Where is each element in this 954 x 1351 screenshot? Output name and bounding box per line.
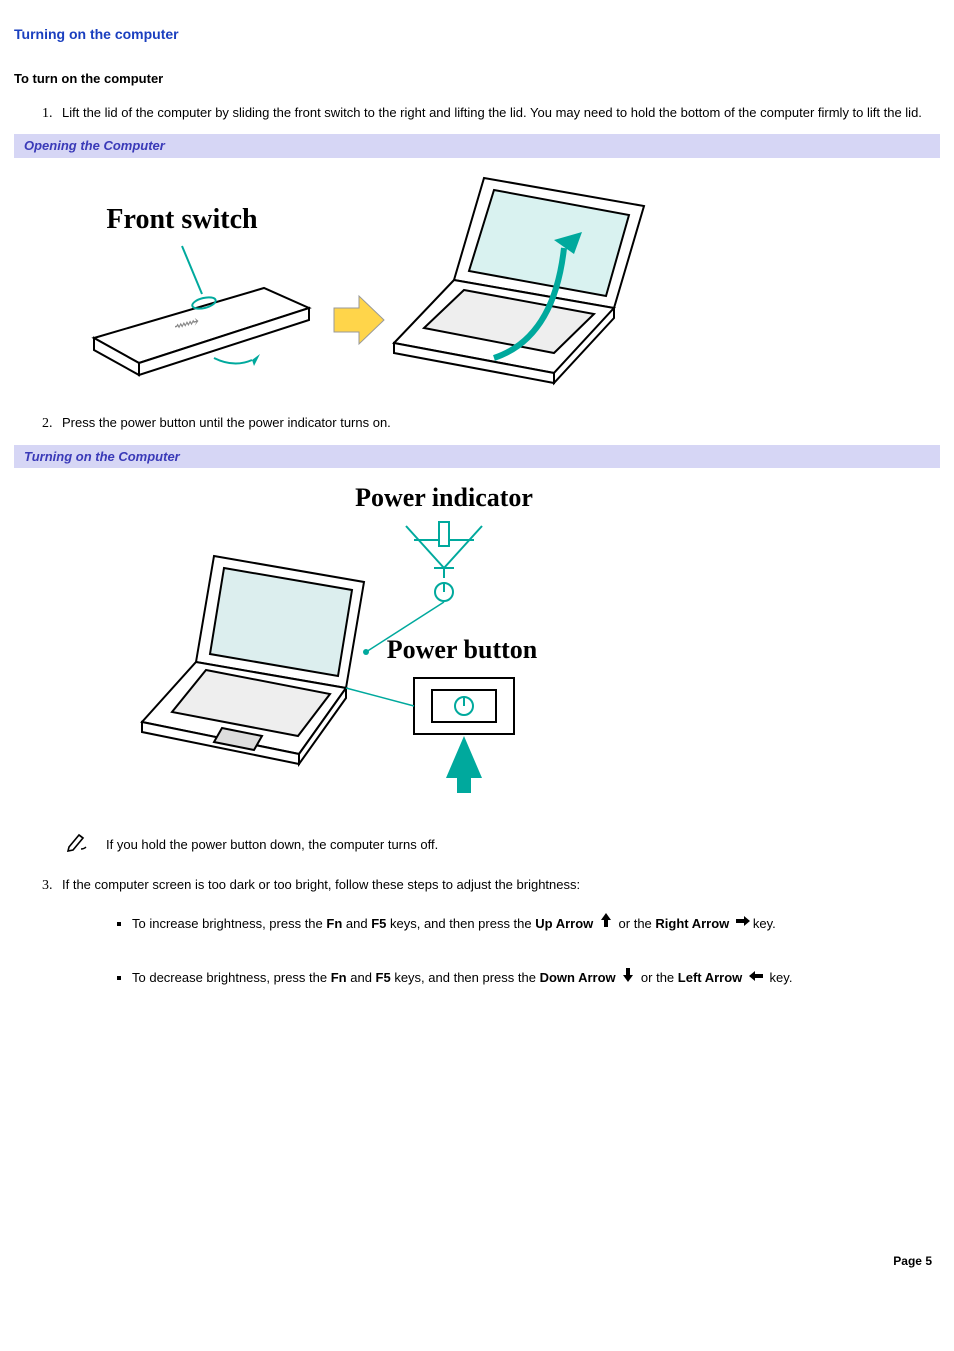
down-arrow-icon <box>621 971 635 986</box>
brightness-bullets: To increase brightness, press the Fn and… <box>62 911 940 992</box>
label-front-switch: Front switch <box>106 204 258 235</box>
section-subhead: To turn on the computer <box>14 69 940 89</box>
bullet-decrease: To decrease brightness, press the Fn and… <box>132 965 940 992</box>
svg-text:Power button: Power button <box>387 635 538 664</box>
steps-list: Lift the lid of the computer by sliding … <box>14 103 940 123</box>
step-3-text: If the computer screen is too dark or to… <box>62 877 580 892</box>
steps-list-cont: Press the power button until the power i… <box>14 413 940 433</box>
step-3: If the computer screen is too dark or to… <box>56 875 940 992</box>
left-arrow-icon <box>748 971 764 986</box>
caption-opening-computer: Opening the Computer <box>14 134 940 158</box>
steps-list-3: If the computer screen is too dark or to… <box>14 875 940 992</box>
up-arrow-icon <box>599 916 613 931</box>
page-footer: Page 5 <box>14 1252 940 1270</box>
svg-text:Power indicator: Power indicator <box>355 483 533 512</box>
caption-turning-on: Turning on the Computer <box>14 445 940 469</box>
figure-opening-computer: Front switch ⟿ <box>14 162 940 414</box>
page-title: Turning on the computer <box>14 24 940 45</box>
right-arrow-icon <box>735 916 751 931</box>
figure-turning-on: Power indicator Power button <box>14 472 940 814</box>
bullet-increase: To increase brightness, press the Fn and… <box>132 911 940 938</box>
note-icon <box>66 832 88 858</box>
step-2: Press the power button until the power i… <box>56 413 940 433</box>
note-row: If you hold the power button down, the c… <box>66 832 940 858</box>
note-text: If you hold the power button down, the c… <box>106 835 438 855</box>
step-1: Lift the lid of the computer by sliding … <box>56 103 940 123</box>
